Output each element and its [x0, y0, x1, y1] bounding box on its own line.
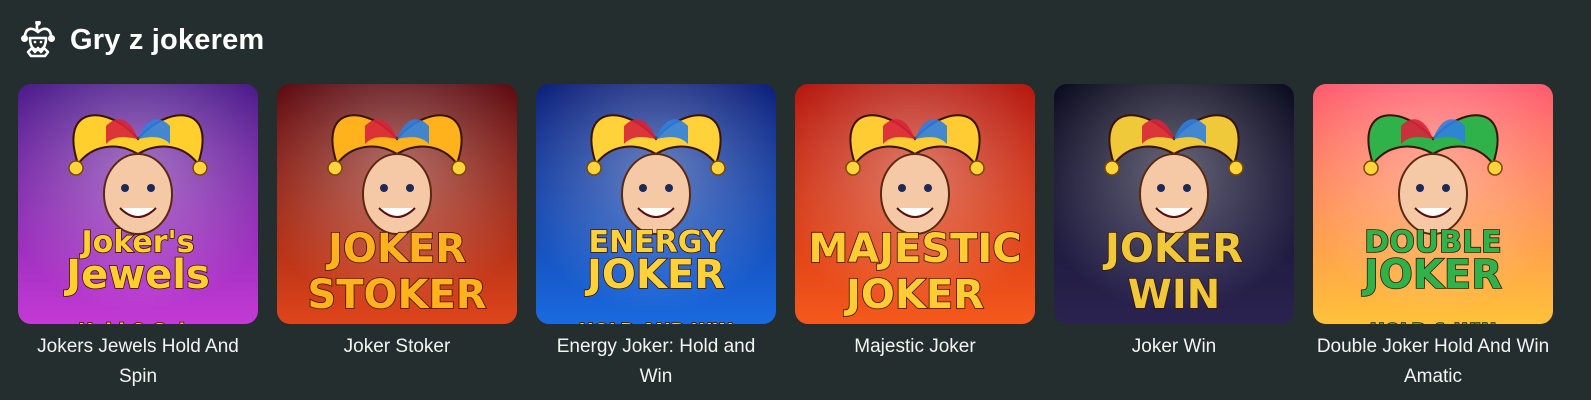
- game-logo-text: JOKER: [1102, 226, 1243, 272]
- joker-games-section: Gry z jokerem Joker'sJewelsHold & SpinJo…: [0, 0, 1591, 400]
- game-title[interactable]: Majestic Joker: [797, 332, 1033, 362]
- game-card[interactable]: Joker'sJewelsHold & SpinJokers Jewels Ho…: [18, 84, 258, 392]
- game-logo-text: HOLD AND WIN: [579, 320, 734, 324]
- game-thumbnail[interactable]: JOKER WIN: [1054, 84, 1294, 324]
- game-card[interactable]: JOKER STOKER Joker Stoker: [277, 84, 517, 392]
- game-thumbnail[interactable]: Joker'sJewelsHold & Spin: [18, 84, 258, 324]
- game-card[interactable]: MAJESTIC JOKER Majestic Joker: [795, 84, 1035, 392]
- game-card[interactable]: DOUBLEJOKERHOLD & WINDouble Joker Hold A…: [1313, 84, 1553, 392]
- game-logo-text: JOKER: [325, 226, 466, 272]
- game-card[interactable]: JOKER WIN Joker Win: [1054, 84, 1294, 392]
- game-thumbnail[interactable]: DOUBLEJOKERHOLD & WIN: [1313, 84, 1553, 324]
- game-title[interactable]: Double Joker Hold And Win Amatic: [1315, 332, 1551, 392]
- game-title[interactable]: Joker Stoker: [279, 332, 515, 362]
- game-thumbnail[interactable]: JOKER STOKER: [277, 84, 517, 324]
- game-logo-text: Hold & Spin: [78, 320, 198, 324]
- game-logo-text: HOLD & WIN: [1370, 320, 1497, 324]
- game-logo-text: Jewels: [63, 252, 210, 298]
- game-logo-text: STOKER: [307, 272, 486, 318]
- game-thumbnail[interactable]: ENERGYJOKERHOLD AND WIN: [536, 84, 776, 324]
- games-grid: Joker'sJewelsHold & SpinJokers Jewels Ho…: [18, 84, 1553, 392]
- section-title: Gry z jokerem: [70, 23, 265, 56]
- jester-icon: [20, 20, 56, 60]
- game-logo-text: JOKER: [843, 272, 984, 318]
- game-logo-text: JOKER: [584, 252, 725, 298]
- game-title[interactable]: Jokers Jewels Hold And Spin: [20, 332, 256, 392]
- game-logo-text: MAJESTIC: [808, 226, 1021, 272]
- game-logo-text: WIN: [1128, 272, 1220, 318]
- game-title[interactable]: Joker Win: [1056, 332, 1292, 362]
- game-title[interactable]: Energy Joker: Hold and Win: [538, 332, 774, 392]
- game-card[interactable]: ENERGYJOKERHOLD AND WINEnergy Joker: Hol…: [536, 84, 776, 392]
- section-header: Gry z jokerem: [20, 18, 264, 62]
- game-logo-text: JOKER: [1361, 252, 1502, 298]
- game-thumbnail[interactable]: MAJESTIC JOKER: [795, 84, 1035, 324]
